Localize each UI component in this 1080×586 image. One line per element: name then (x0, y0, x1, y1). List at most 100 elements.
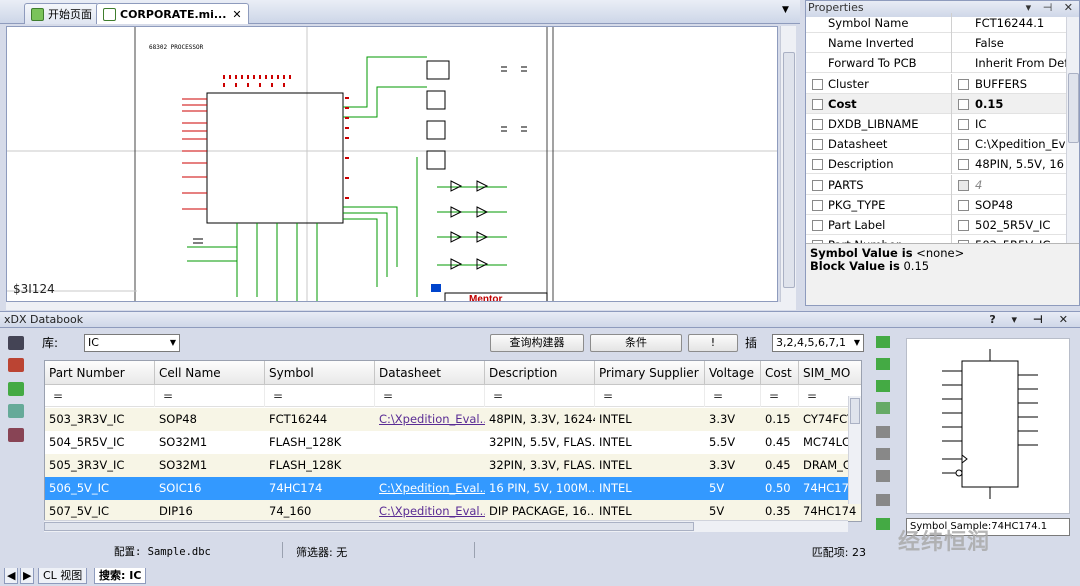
query-builder-button[interactable]: 查询构建器 (490, 334, 584, 352)
property-value[interactable]: SOP48 (953, 195, 1066, 215)
property-value[interactable]: 48PIN, 5.5V, 16 (953, 154, 1066, 174)
verify-icon[interactable] (8, 404, 24, 418)
conditions-button[interactable]: 条件 (590, 334, 682, 352)
tab-corporate[interactable]: CORPORATE.mi... ✕ (96, 3, 249, 24)
binoculars-remove-icon[interactable] (8, 428, 24, 442)
column-header[interactable]: SIM_MO (799, 361, 861, 385)
value-checkbox[interactable] (958, 199, 969, 211)
property-row[interactable]: Forward To PCB Inherit From Defi (806, 53, 1066, 74)
value-checkbox[interactable] (958, 78, 969, 90)
property-row[interactable]: Cost 0.15 (806, 93, 1066, 114)
value-checkbox[interactable] (958, 159, 969, 171)
table-row[interactable]: 503_3R3V_IC SOP48 FCT16244 C:\Xpedition_Eva… (45, 408, 861, 431)
value-checkbox[interactable] (958, 139, 969, 151)
property-value[interactable]: 502_5R5V_IC (953, 215, 1066, 235)
tab-start-page[interactable]: 开始页面 (24, 3, 99, 24)
plugin-select[interactable]: 3,2,4,5,6,7,1 ▼ (772, 334, 864, 352)
property-row[interactable]: Name Inverted False (806, 33, 1066, 54)
arrow-right-icon[interactable] (876, 358, 890, 370)
scroll-thumb[interactable] (850, 398, 860, 424)
net-icon[interactable] (876, 518, 890, 530)
binoculars-red-icon[interactable] (8, 358, 24, 372)
column-header[interactable]: Datasheet (375, 361, 485, 385)
property-value[interactable]: 0.15 (953, 94, 1066, 114)
canvas-vertical-scrollbar[interactable] (780, 26, 796, 302)
property-value[interactable]: C:\Xpedition_Eva (953, 134, 1066, 154)
table-row[interactable]: 507_5V_IC DIP16 74_160 C:\Xpedition_Eval...… (45, 500, 861, 521)
property-row[interactable]: PKG_TYPE SOP48 (806, 194, 1066, 215)
binoculars-icon[interactable] (8, 336, 24, 350)
property-checkbox[interactable] (812, 199, 823, 211)
add-part-icon[interactable] (876, 336, 890, 348)
table-row[interactable]: 505_3R3V_IC SO32M1 FLASH_128K 32PIN, 3.3V, … (45, 454, 861, 477)
value-checkbox[interactable] (958, 179, 969, 191)
column-header[interactable]: Cost (761, 361, 799, 385)
value-checkbox[interactable] (958, 119, 969, 130)
property-row[interactable]: Symbol Name FCT16244.1 (806, 13, 1066, 33)
property-value[interactable]: False (953, 33, 1066, 53)
filter-cell[interactable]: = (155, 385, 265, 407)
value-checkbox[interactable] (958, 98, 969, 110)
datasheet-link[interactable]: C:\Xpedition_Eval... (375, 500, 485, 521)
place-icon[interactable] (876, 402, 890, 414)
add-arrow-icon[interactable] (876, 380, 890, 392)
property-checkbox[interactable] (812, 179, 823, 191)
scroll-left-icon[interactable]: ◀ (4, 568, 19, 584)
filter-cell[interactable]: = (761, 385, 799, 407)
column-header[interactable]: Cell Name (155, 361, 265, 385)
grid-horizontal-scrollbar[interactable] (44, 520, 848, 532)
tab-search-ic[interactable]: 搜索: IC (94, 568, 147, 584)
property-row[interactable]: Cluster BUFFERS (806, 73, 1066, 94)
column-header[interactable]: Voltage (705, 361, 761, 385)
property-checkbox[interactable] (812, 78, 823, 90)
property-checkbox[interactable] (812, 220, 823, 231)
panel-window-buttons[interactable]: ? ▾ ⊣ ✕ (989, 312, 1074, 328)
filter-cell[interactable]: = (485, 385, 595, 407)
eraser-icon[interactable] (876, 494, 890, 506)
filter-cell[interactable]: = (595, 385, 705, 407)
datasheet-link[interactable]: C:\Xpedition_Eval... (375, 408, 485, 431)
scroll-thumb[interactable] (44, 522, 694, 531)
property-row[interactable]: PARTS 4 (806, 174, 1066, 195)
copy-icon[interactable] (876, 426, 890, 438)
filter-cell[interactable]: = (705, 385, 761, 407)
property-checkbox[interactable] (812, 139, 823, 151)
property-value[interactable]: BUFFERS (953, 74, 1066, 94)
column-header[interactable]: Description (485, 361, 595, 385)
property-checkbox[interactable] (812, 119, 823, 130)
datasheet-link[interactable]: C:\Xpedition_Eval... (375, 477, 485, 500)
property-row[interactable]: Part Label 502_5R5V_IC (806, 215, 1066, 235)
property-value[interactable]: FCT16244.1 (953, 13, 1066, 33)
column-header[interactable]: Primary Supplier (595, 361, 705, 385)
properties-vertical-scrollbar[interactable] (1066, 17, 1079, 243)
grid-vertical-scrollbar[interactable] (848, 396, 861, 504)
property-row[interactable]: DXDB_LIBNAME IC (806, 114, 1066, 134)
property-value[interactable]: Inherit From Defi (953, 53, 1066, 73)
close-icon[interactable]: ✕ (232, 8, 241, 21)
scroll-right-icon[interactable]: ▶ (20, 568, 35, 584)
column-header[interactable]: Symbol (265, 361, 375, 385)
tab-cl-view[interactable]: CL 视图 (38, 568, 88, 584)
run-button[interactable]: ! (688, 334, 738, 352)
place-part-icon[interactable] (8, 382, 24, 396)
property-checkbox[interactable] (812, 159, 823, 171)
property-checkbox[interactable] (812, 98, 823, 110)
property-value[interactable]: IC (953, 114, 1066, 134)
schematic-canvas[interactable]: 68302 PROCESSOR Mentor $3I124 (6, 26, 778, 302)
column-header[interactable]: Part Number (45, 361, 155, 385)
property-row[interactable]: Description 48PIN, 5.5V, 16 (806, 154, 1066, 175)
filter-cell[interactable]: = (45, 385, 155, 407)
library-select[interactable]: IC ▼ (84, 334, 180, 352)
paste-icon[interactable] (876, 448, 890, 460)
property-value[interactable]: 4 (953, 175, 1066, 195)
property-row[interactable]: Datasheet C:\Xpedition_Eva (806, 134, 1066, 155)
table-row[interactable]: 504_5R5V_IC SO32M1 FLASH_128K 32PIN, 5.5V, … (45, 431, 861, 454)
filter-cell[interactable]: = (265, 385, 375, 407)
canvas-horizontal-scrollbar[interactable] (6, 302, 796, 310)
tab-list-dropdown-icon[interactable]: ▼ (782, 5, 789, 15)
scroll-thumb[interactable] (1068, 73, 1079, 143)
table-row[interactable]: 506_5V_IC SOIC16 74HC174 C:\Xpedition_Eval.… (45, 477, 861, 500)
replace-icon[interactable] (876, 470, 890, 482)
scroll-thumb[interactable] (783, 52, 795, 288)
value-checkbox[interactable] (958, 220, 969, 231)
